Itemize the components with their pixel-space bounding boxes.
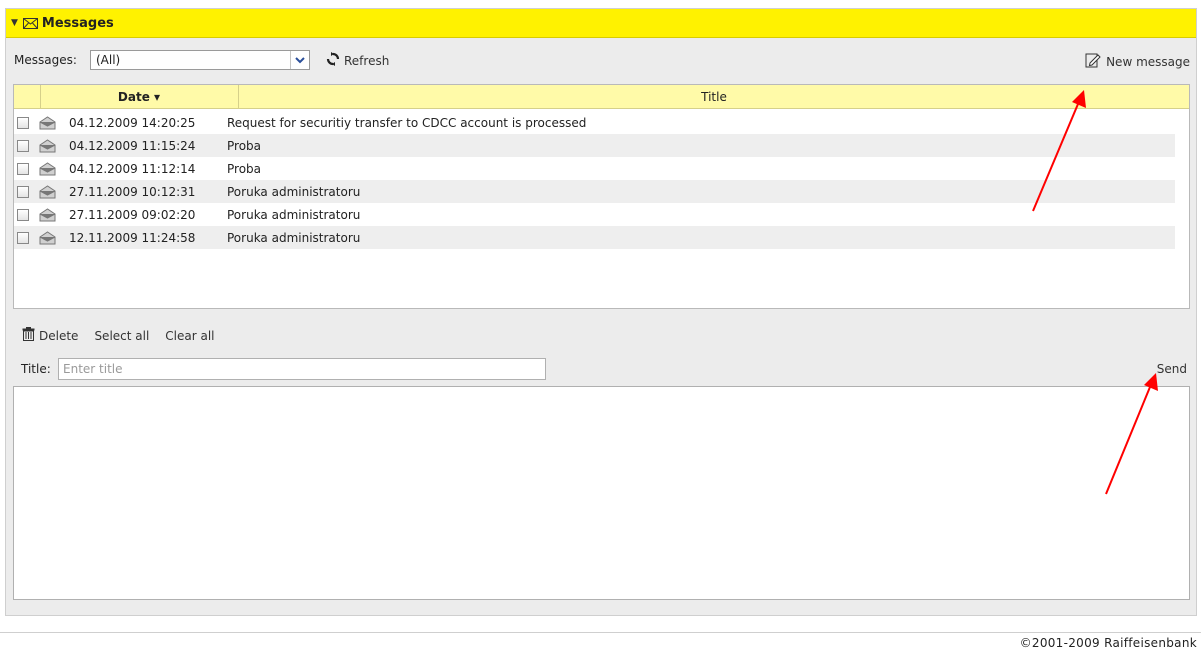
row-checkbox[interactable]: [17, 231, 29, 244]
row-date: 04.12.2009 14:20:25: [69, 115, 196, 130]
select-all-label: Select all: [94, 328, 150, 343]
row-title[interactable]: Request for securitiy transfer to CDCC a…: [227, 116, 586, 130]
table-row[interactable]: 27.11.2009 09:02:20 Poruka administrator…: [14, 203, 1189, 226]
row-date: 12.11.2009 11:24:58: [69, 230, 196, 245]
trash-icon: [22, 327, 35, 344]
new-message-button[interactable]: New message: [1085, 52, 1190, 71]
row-date: 27.11.2009 09:02:20: [69, 207, 196, 222]
message-body-textarea[interactable]: [13, 386, 1190, 600]
copyright-text: ©2001-2009 Raiffeisenbank: [1019, 636, 1197, 650]
row-title[interactable]: Proba: [227, 139, 261, 153]
row-checkbox[interactable]: [17, 208, 29, 221]
envelope-icon: [22, 17, 38, 29]
refresh-label: Refresh: [344, 53, 390, 68]
toolbar: Messages: (All) Refresh New message: [6, 38, 1196, 84]
row-checkbox[interactable]: [17, 139, 29, 152]
column-header-date[interactable]: Date ▾: [40, 85, 239, 108]
table-row[interactable]: 27.11.2009 10:12:31 Poruka administrator…: [14, 180, 1175, 203]
table-row[interactable]: 04.12.2009 14:20:25 Request for securiti…: [14, 111, 1189, 134]
table-row[interactable]: 04.12.2009 11:12:14 Proba: [14, 157, 1189, 180]
select-all-button[interactable]: Select all: [94, 329, 149, 343]
collapse-triangle-icon[interactable]: ▼: [11, 18, 18, 28]
row-date: 04.12.2009 11:15:24: [69, 138, 196, 153]
messages-grid: Date ▾ Title 04.12.2009 14:20:25 Request…: [13, 84, 1190, 309]
row-checkbox[interactable]: [17, 185, 29, 198]
row-checkbox[interactable]: [17, 162, 29, 175]
clear-all-button[interactable]: Clear all: [165, 329, 214, 343]
delete-label: Delete: [39, 328, 79, 343]
footer-divider: [0, 632, 1201, 633]
new-message-label: New message: [1106, 54, 1190, 69]
title-field-label: Title:: [21, 362, 51, 376]
row-title[interactable]: Poruka administratoru: [227, 185, 360, 199]
messages-filter-select[interactable]: (All): [90, 50, 310, 70]
clear-all-label: Clear all: [165, 328, 215, 343]
panel-title: Messages: [41, 15, 114, 31]
chevron-down-icon[interactable]: [290, 51, 309, 69]
row-title[interactable]: Poruka administratoru: [227, 208, 360, 222]
messages-panel: ▼ Messages Messages: (All) Refresh New m…: [5, 8, 1197, 616]
table-row[interactable]: 12.11.2009 11:24:58 Poruka administrator…: [14, 226, 1175, 249]
table-row[interactable]: 04.12.2009 11:15:24 Proba: [14, 134, 1175, 157]
messages-filter-value: (All): [96, 53, 121, 67]
title-input[interactable]: [58, 358, 546, 380]
row-date: 04.12.2009 11:12:14: [69, 161, 196, 176]
column-header-title[interactable]: Title: [239, 85, 1189, 108]
compose-title-row: Title: Send: [6, 356, 1196, 382]
delete-button[interactable]: Delete: [22, 327, 78, 344]
send-button[interactable]: Send: [1157, 362, 1187, 376]
opened-envelope-icon: [39, 184, 59, 199]
new-message-icon: [1085, 52, 1101, 71]
opened-envelope-icon: [39, 138, 59, 153]
row-title[interactable]: Proba: [227, 162, 261, 176]
row-checkbox[interactable]: [17, 116, 29, 129]
opened-envelope-icon: [39, 161, 59, 176]
row-date: 27.11.2009 10:12:31: [69, 184, 196, 199]
grid-header: Date ▾ Title: [14, 85, 1189, 109]
refresh-button[interactable]: Refresh: [326, 52, 389, 69]
grid-header-select-cell: [14, 85, 41, 108]
messages-filter-label: Messages:: [14, 53, 77, 67]
opened-envelope-icon: [39, 207, 59, 222]
opened-envelope-icon: [39, 230, 59, 245]
row-title[interactable]: Poruka administratoru: [227, 231, 360, 245]
panel-titlebar[interactable]: ▼ Messages: [6, 9, 1196, 38]
refresh-icon: [326, 52, 340, 69]
grid-actions: Delete Select all Clear all: [22, 327, 231, 344]
grid-rows: 04.12.2009 14:20:25 Request for securiti…: [14, 111, 1189, 249]
opened-envelope-icon: [39, 115, 59, 130]
